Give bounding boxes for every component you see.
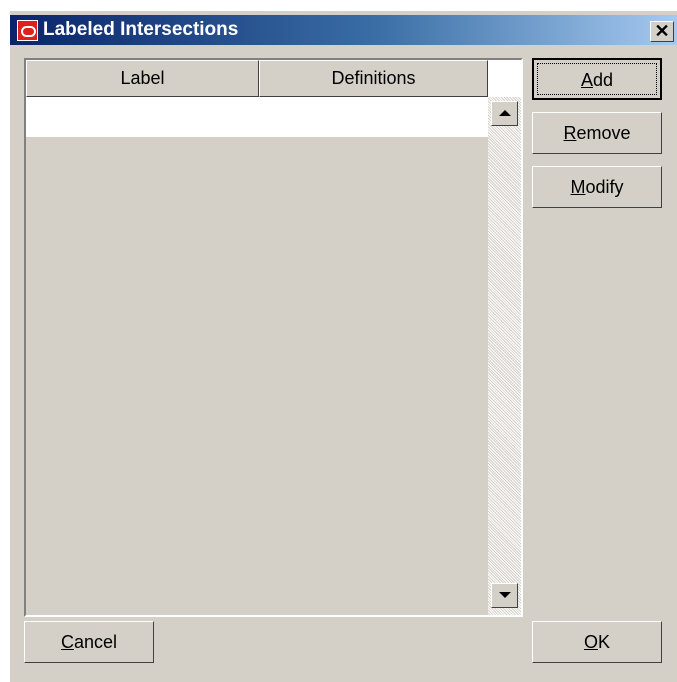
oracle-logo-icon [17, 20, 38, 41]
arrow-down-icon [499, 592, 511, 598]
cancel-label: ancel [73, 632, 118, 652]
scroll-up-button[interactable] [491, 101, 518, 126]
header-filler [488, 60, 521, 97]
labeled-intersections-dialog: Labeled Intersections ✕ Label Definition… [9, 10, 677, 682]
scroll-down-button[interactable] [491, 583, 518, 608]
add-button[interactable]: Add [532, 58, 662, 100]
modify-label: odify [585, 177, 624, 197]
ok-label: K [598, 632, 611, 652]
close-button[interactable]: ✕ [650, 21, 674, 42]
dialog-title: Labeled Intersections [43, 19, 239, 40]
column-header-definitions[interactable]: Definitions [259, 60, 488, 97]
ok-accelerator: O [583, 632, 598, 652]
cancel-accelerator: C [60, 632, 74, 652]
cancel-button[interactable]: Cancel [24, 621, 154, 663]
ok-button[interactable]: OK [532, 621, 662, 663]
intersections-list[interactable]: Label Definitions [24, 58, 523, 617]
remove-accelerator: R [563, 123, 577, 143]
modify-button[interactable]: Modify [532, 166, 662, 208]
focus-ring [537, 63, 657, 95]
list-item[interactable] [26, 97, 488, 137]
title-bar[interactable]: Labeled Intersections ✕ [10, 15, 677, 45]
modify-accelerator: M [570, 177, 586, 197]
remove-label: emove [576, 123, 631, 143]
arrow-up-icon [499, 110, 511, 116]
remove-button[interactable]: Remove [532, 112, 662, 154]
close-icon: ✕ [654, 21, 670, 41]
column-header-label[interactable]: Label [26, 60, 259, 97]
vertical-scrollbar[interactable] [488, 97, 521, 615]
